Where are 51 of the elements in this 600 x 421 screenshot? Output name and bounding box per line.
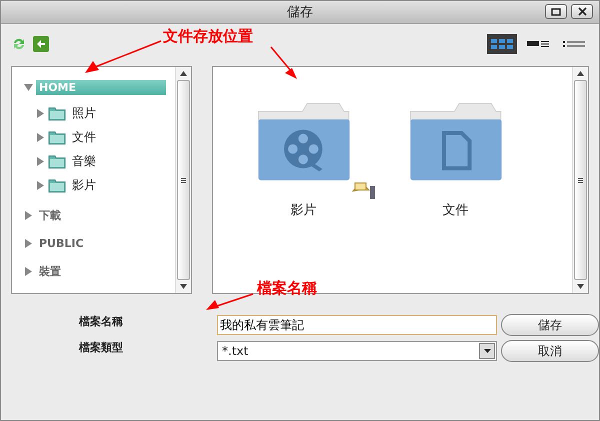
- caret-icon: [484, 349, 490, 353]
- folder-name[interactable]: 影片: [290, 201, 317, 219]
- folder-icon: [48, 178, 66, 192]
- tree-item[interactable]: 裝置: [36, 262, 64, 280]
- close-icon: [578, 7, 586, 16]
- details-view-icon: [527, 39, 549, 49]
- close-button[interactable]: [571, 4, 593, 19]
- tree-item[interactable]: 下載: [36, 206, 64, 224]
- tree-item[interactable]: 文件: [69, 128, 99, 146]
- tree-item[interactable]: 影片: [69, 176, 99, 194]
- collapsed-triangle-icon[interactable]: [36, 180, 45, 190]
- tree-item[interactable]: 照片: [69, 104, 99, 122]
- refresh-icon[interactable]: [11, 36, 27, 52]
- filename-input[interactable]: 我的私有雲筆記: [217, 315, 497, 335]
- scrollbar[interactable]: [572, 67, 588, 293]
- maximize-button[interactable]: [545, 4, 567, 19]
- tree-item[interactable]: 音樂: [69, 152, 99, 170]
- field-label: 檔案名稱: [79, 314, 124, 329]
- dropdown-button[interactable]: [479, 343, 495, 359]
- grip-icon: [578, 178, 583, 182]
- collapsed-triangle-icon[interactable]: [24, 266, 33, 276]
- scrollbar[interactable]: [174, 67, 191, 293]
- scroll-up-icon[interactable]: [180, 71, 187, 76]
- collapsed-triangle-icon[interactable]: [24, 238, 33, 248]
- annotation-text: 文件存放位置: [163, 27, 253, 46]
- collapsed-triangle-icon[interactable]: [36, 108, 45, 118]
- list-view-icon: [563, 39, 585, 49]
- back-icon[interactable]: [33, 36, 49, 52]
- folder-icon: [48, 154, 66, 168]
- collapsed-triangle-icon[interactable]: [24, 210, 33, 220]
- annotation-text: 檔案名稱: [257, 279, 317, 298]
- maximize-icon: [551, 8, 561, 16]
- grid-view-icon: [491, 39, 513, 49]
- field-label: 檔案類型: [79, 340, 124, 355]
- scroll-down-icon[interactable]: [180, 284, 187, 289]
- grip-icon: [180, 178, 186, 182]
- annotation-arrow: [269, 45, 299, 81]
- save-button[interactable]: 儲存: [501, 314, 599, 336]
- tree-item[interactable]: PUBLIC: [36, 236, 87, 250]
- filetype-dropdown[interactable]: *.txt: [217, 341, 497, 361]
- collapsed-triangle-icon[interactable]: [36, 156, 45, 166]
- folder-icon: [48, 130, 66, 144]
- folder-icon: [48, 106, 66, 120]
- expanded-triangle-icon[interactable]: [24, 82, 33, 92]
- cancel-button[interactable]: 取消: [501, 340, 599, 362]
- folder-name[interactable]: 文件: [442, 201, 469, 219]
- scroll-up-icon[interactable]: [577, 71, 584, 76]
- window-title: 儲存: [287, 4, 313, 21]
- scroll-down-icon[interactable]: [577, 284, 584, 289]
- collapsed-triangle-icon[interactable]: [36, 132, 45, 142]
- annotation-arrow: [205, 292, 255, 312]
